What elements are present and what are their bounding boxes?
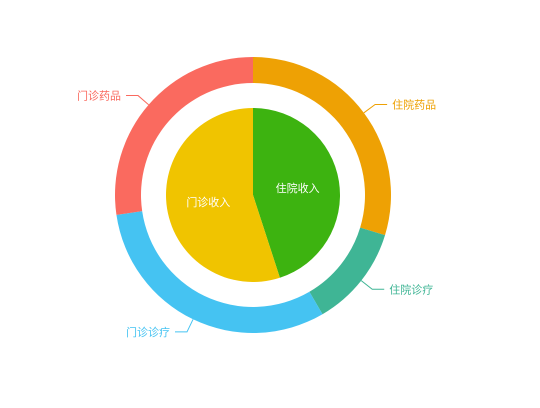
inner-pie <box>166 108 341 282</box>
inner-slice-label-2: 门诊收入 <box>186 195 230 209</box>
outer-slice-label-3: 门诊诊疗 <box>126 325 170 339</box>
leader-line-2 <box>360 280 385 290</box>
chart-canvas: 住院收入门诊收入 住院药品住院诊疗门诊诊疗 门诊药品 <box>77 57 436 339</box>
leader-line-4 <box>126 95 149 106</box>
outer-slice-label-2: 住院诊疗 <box>389 282 433 296</box>
outer-slice-label-4: 门诊药品 <box>77 89 121 103</box>
nested-pie-chart: 住院收入门诊收入 住院药品住院诊疗门诊诊疗 门诊药品 <box>0 0 540 408</box>
inner-slice-label-1: 住院收入 <box>276 181 320 195</box>
leader-line-3 <box>174 319 194 333</box>
leader-line-1 <box>363 104 388 114</box>
outer-slice-label-1: 住院药品 <box>392 98 436 112</box>
